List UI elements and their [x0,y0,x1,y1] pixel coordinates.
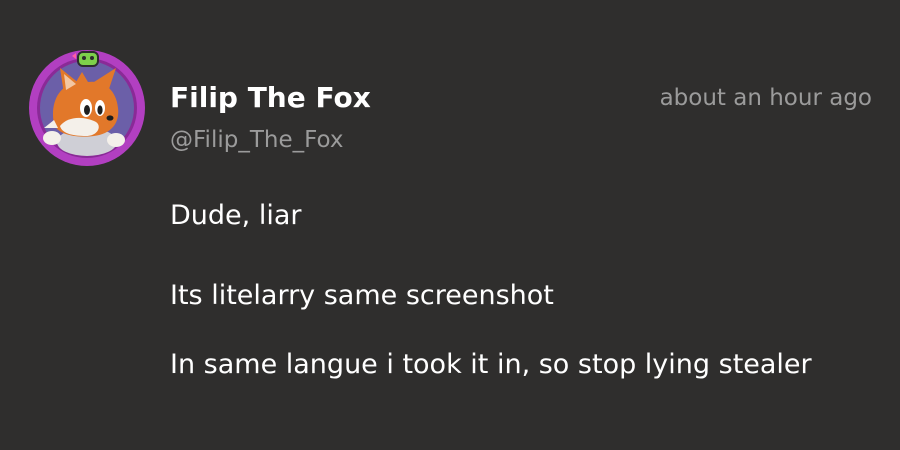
post-paragraph: Dude, liar [170,200,302,231]
post-paragraph: Its litelarry same screenshot [170,280,554,311]
post-timestamp[interactable]: about an hour ago [660,82,872,114]
fox-character-avatar-icon [29,50,145,166]
avatar[interactable] [24,42,150,168]
post-paragraph: In same langue i took it in, so stop lyi… [170,349,812,380]
author-display-name[interactable]: Filip The Fox [170,80,371,116]
author-handle[interactable]: @Filip_The_Fox [170,124,344,156]
post-body: Dude, liar Its litelarry same screenshot… [170,196,870,385]
post-card: Filip The Fox @Filip_The_Fox about an ho… [0,0,900,450]
